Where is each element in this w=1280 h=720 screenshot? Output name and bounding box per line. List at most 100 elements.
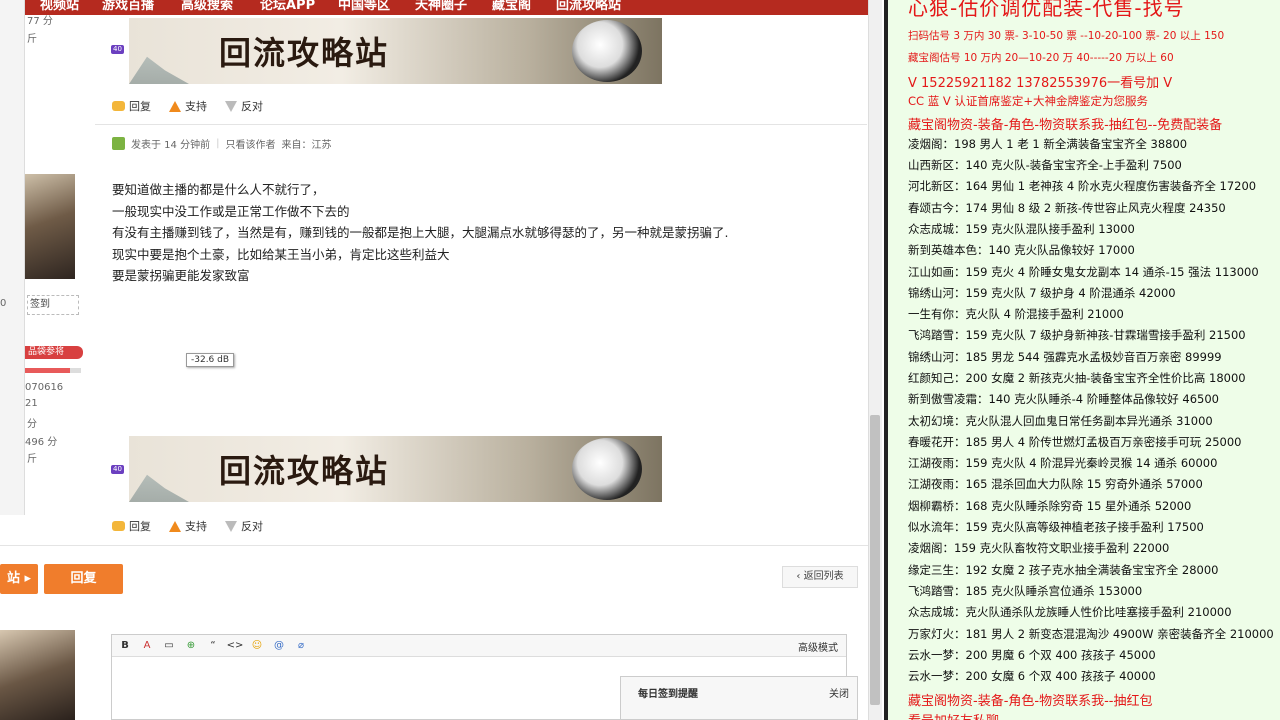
- popup-close-button[interactable]: 关闭: [829, 685, 849, 700]
- overlay-line: 河北新区：164 男仙 1 老神孩 4 阶水克火程度伤害装备齐全 17200: [908, 179, 1257, 193]
- reply-action[interactable]: 回复: [112, 518, 151, 534]
- banner-image[interactable]: 回流攻略站: [129, 18, 662, 84]
- post-time: 发表于 14 分钟前: [131, 140, 211, 151]
- panda-graphic: [572, 20, 642, 82]
- daily-signin-popup: 每日签到提醒 关闭: [620, 676, 858, 720]
- attach-button[interactable]: ⌀: [292, 638, 310, 654]
- thumb-down-icon: [225, 520, 237, 532]
- font-color-button[interactable]: A: [138, 638, 156, 654]
- prev-label: 站: [6, 571, 20, 586]
- post-line: 现实中要是抱个土豪，比如给某王当小弟，肯定比这些利益大: [112, 246, 450, 262]
- mountain-graphic: [129, 56, 189, 84]
- support-action[interactable]: 支持: [169, 98, 207, 114]
- mention-button[interactable]: @: [270, 638, 288, 654]
- overlay-line: 新到傲雪凌霜：140 克火队睡杀-4 阶睡整体品像较好 46500: [908, 392, 1219, 406]
- scrollbar-thumb[interactable]: [870, 415, 880, 705]
- reply-label: 回复: [129, 520, 151, 533]
- profile-stat: 496 分: [25, 437, 58, 448]
- support-label: 支持: [185, 520, 207, 533]
- overlay-line: 锦绣山河：159 克火队 7 级护身 4 阶混通杀 42000: [908, 286, 1176, 300]
- editor-toolbar: B A ▭ ⊕ “ <> ☺ @ ⌀: [112, 635, 846, 657]
- quote-button[interactable]: “: [204, 638, 222, 654]
- post-line: 有没有主播赚到钱了，当然是有，赚到钱的一般都是抱上大腿，大腿漏点水就够得瑟的了，…: [112, 225, 729, 240]
- avatar[interactable]: [0, 630, 75, 720]
- overlay-line: 似水流年：159 克火队高等级神植老孩子接手盈利 17500: [908, 520, 1204, 534]
- overlay-notes-panel: 心狠-估价调优配装-代售-找号 扫码估号 3 万内 30 票- 3-10-50 …: [888, 0, 1280, 720]
- popup-title: 每日签到提醒: [638, 689, 698, 700]
- overlay-line: 江湖夜雨：165 混杀回血大力队除 15 穷奇外通杀 57000: [908, 477, 1203, 491]
- post-line: 一般现实中没工作或是正常工作做不下去的: [112, 203, 350, 219]
- rank-tag: 品袋参将: [25, 346, 83, 359]
- overlay-line: 看号加好友私聊: [908, 710, 999, 720]
- support-label: 支持: [185, 100, 207, 113]
- panda-graphic: [572, 438, 642, 500]
- post-from: 来自：江苏: [281, 140, 332, 151]
- overlay-line: 扫码估号 3 万内 30 票- 3-10-50 票 --10-20-100 票-…: [908, 30, 1225, 42]
- support-action[interactable]: 支持: [169, 518, 207, 534]
- profile-stat: 070616: [25, 382, 64, 393]
- post-actions: 回复 支持 反对: [112, 98, 263, 114]
- overlay-line: 凌烟阁：159 克火队畜牧符文职业接手盈利 22000: [908, 541, 1170, 555]
- profile-stat: 斤: [27, 34, 37, 45]
- overlay-line: 山西新区：140 克火队-装备宝宝齐全-上手盈利 7500: [908, 158, 1182, 172]
- nav-item[interactable]: 高级搜索: [181, 0, 233, 13]
- divider: [0, 545, 868, 546]
- profile-stat: 21: [25, 398, 38, 409]
- back-list-label: 返回列表: [803, 571, 844, 582]
- nav-item[interactable]: 藏宝阁: [492, 0, 531, 13]
- overlay-line: 春暖花开：185 男人 4 阶传世燃灯孟极百万亲密接手可玩 25000: [908, 435, 1242, 449]
- overlay-line: 凌烟阁：198 男人 1 老 1 新全满装备宝宝齐全 38800: [908, 137, 1188, 151]
- post-body: 要知道做主播的都是什么人不就行了， 一般现实中没工作或是正常工作做不下去的 有没…: [112, 179, 728, 287]
- overlay-line: 藏宝阁估号 10 万内 20—10-20 万 40-----20 万以上 60: [908, 52, 1174, 64]
- post-actions: 回复 支持 反对: [112, 518, 263, 534]
- overlay-line: 云水一梦：200 女魔 6 个双 400 孩孩子 40000: [908, 669, 1156, 683]
- rank-progress-bar: [25, 368, 81, 373]
- reply-icon: [112, 101, 125, 111]
- level-badge: 40: [111, 465, 124, 474]
- profile-stat: 77 分: [27, 16, 53, 27]
- link-button[interactable]: ⊕: [182, 638, 200, 654]
- banner-title: 回流攻略站: [219, 452, 390, 490]
- nav-item[interactable]: 回流攻略站: [556, 0, 621, 13]
- nav-item[interactable]: 中国等区: [338, 0, 390, 13]
- sign-in-box[interactable]: 签到: [27, 295, 79, 315]
- nav-item[interactable]: 游戏百播: [102, 0, 154, 13]
- bold-button[interactable]: B: [116, 638, 134, 654]
- oppose-action[interactable]: 反对: [225, 518, 263, 534]
- reply-button[interactable]: 回复: [44, 564, 123, 594]
- overlay-line: 缘定三生：192 女魔 2 孩子克水抽全满装备宝宝齐全 28000: [908, 563, 1219, 577]
- overlay-line: 万家灯火：181 男人 2 新变态混混淘沙 4900W 亲密装备齐全 21000…: [908, 627, 1274, 641]
- volume-tooltip: -32.6 dB: [186, 353, 235, 367]
- emoji-button[interactable]: ☺: [248, 638, 266, 654]
- nav-item[interactable]: 论坛APP: [260, 0, 315, 13]
- image-button[interactable]: ▭: [160, 638, 178, 654]
- overlay-line: 锦绣山河：185 男龙 544 强霹克水孟极妙音百万亲密 89999: [908, 350, 1222, 364]
- reply-label: 回复: [129, 100, 151, 113]
- overlay-line: V 15225921182 13782553976一看号加 V: [908, 76, 1173, 91]
- thumb-down-icon: [225, 100, 237, 112]
- avatar[interactable]: [25, 174, 75, 279]
- overlay-line: 太初幻境：克火队混人回血鬼日常任务副本异光通杀 31000: [908, 414, 1213, 428]
- nav-item[interactable]: 天神圈子: [415, 0, 467, 13]
- banner-title: 回流攻略站: [219, 34, 390, 72]
- oppose-label: 反对: [241, 100, 263, 113]
- banner-image[interactable]: 回流攻略站: [129, 436, 662, 502]
- only-author-link[interactable]: 只看该作者: [225, 136, 275, 151]
- oppose-label: 反对: [241, 520, 263, 533]
- overlay-line: 藏宝阁物资-装备-角色-物资联系我-抽红包--免费配装备: [908, 118, 1223, 133]
- post-icon: [112, 137, 125, 150]
- overlay-line: 飞鸿踏雪：159 克火队 7 级护身新神孩-甘霖瑞雪接手盈利 21500: [908, 328, 1246, 342]
- profile-stat: 分: [27, 419, 37, 430]
- overlay-line: 众志成城：克火队通杀队龙族睡人性价比哇塞接手盈利 210000: [908, 605, 1232, 619]
- back-to-list-button[interactable]: ‹ 返回列表: [782, 566, 858, 588]
- forum-panel: 视频站 游戏百播 高级搜索 论坛APP 中国等区 天神圈子 藏宝阁 回流攻略站 …: [0, 0, 885, 720]
- profile-stat: 0: [0, 298, 7, 309]
- advanced-mode-link[interactable]: 高级模式: [798, 639, 838, 654]
- overlay-line: 江湖夜雨：159 克火队 4 阶混异光秦岭灵猴 14 通杀 60000: [908, 456, 1218, 470]
- prev-post-button[interactable]: 站 ▸: [0, 564, 38, 594]
- oppose-action[interactable]: 反对: [225, 98, 263, 114]
- code-button[interactable]: <>: [226, 638, 244, 654]
- profile-sidebar-edge: [0, 0, 25, 515]
- reply-action[interactable]: 回复: [112, 98, 151, 114]
- divider: [95, 124, 867, 125]
